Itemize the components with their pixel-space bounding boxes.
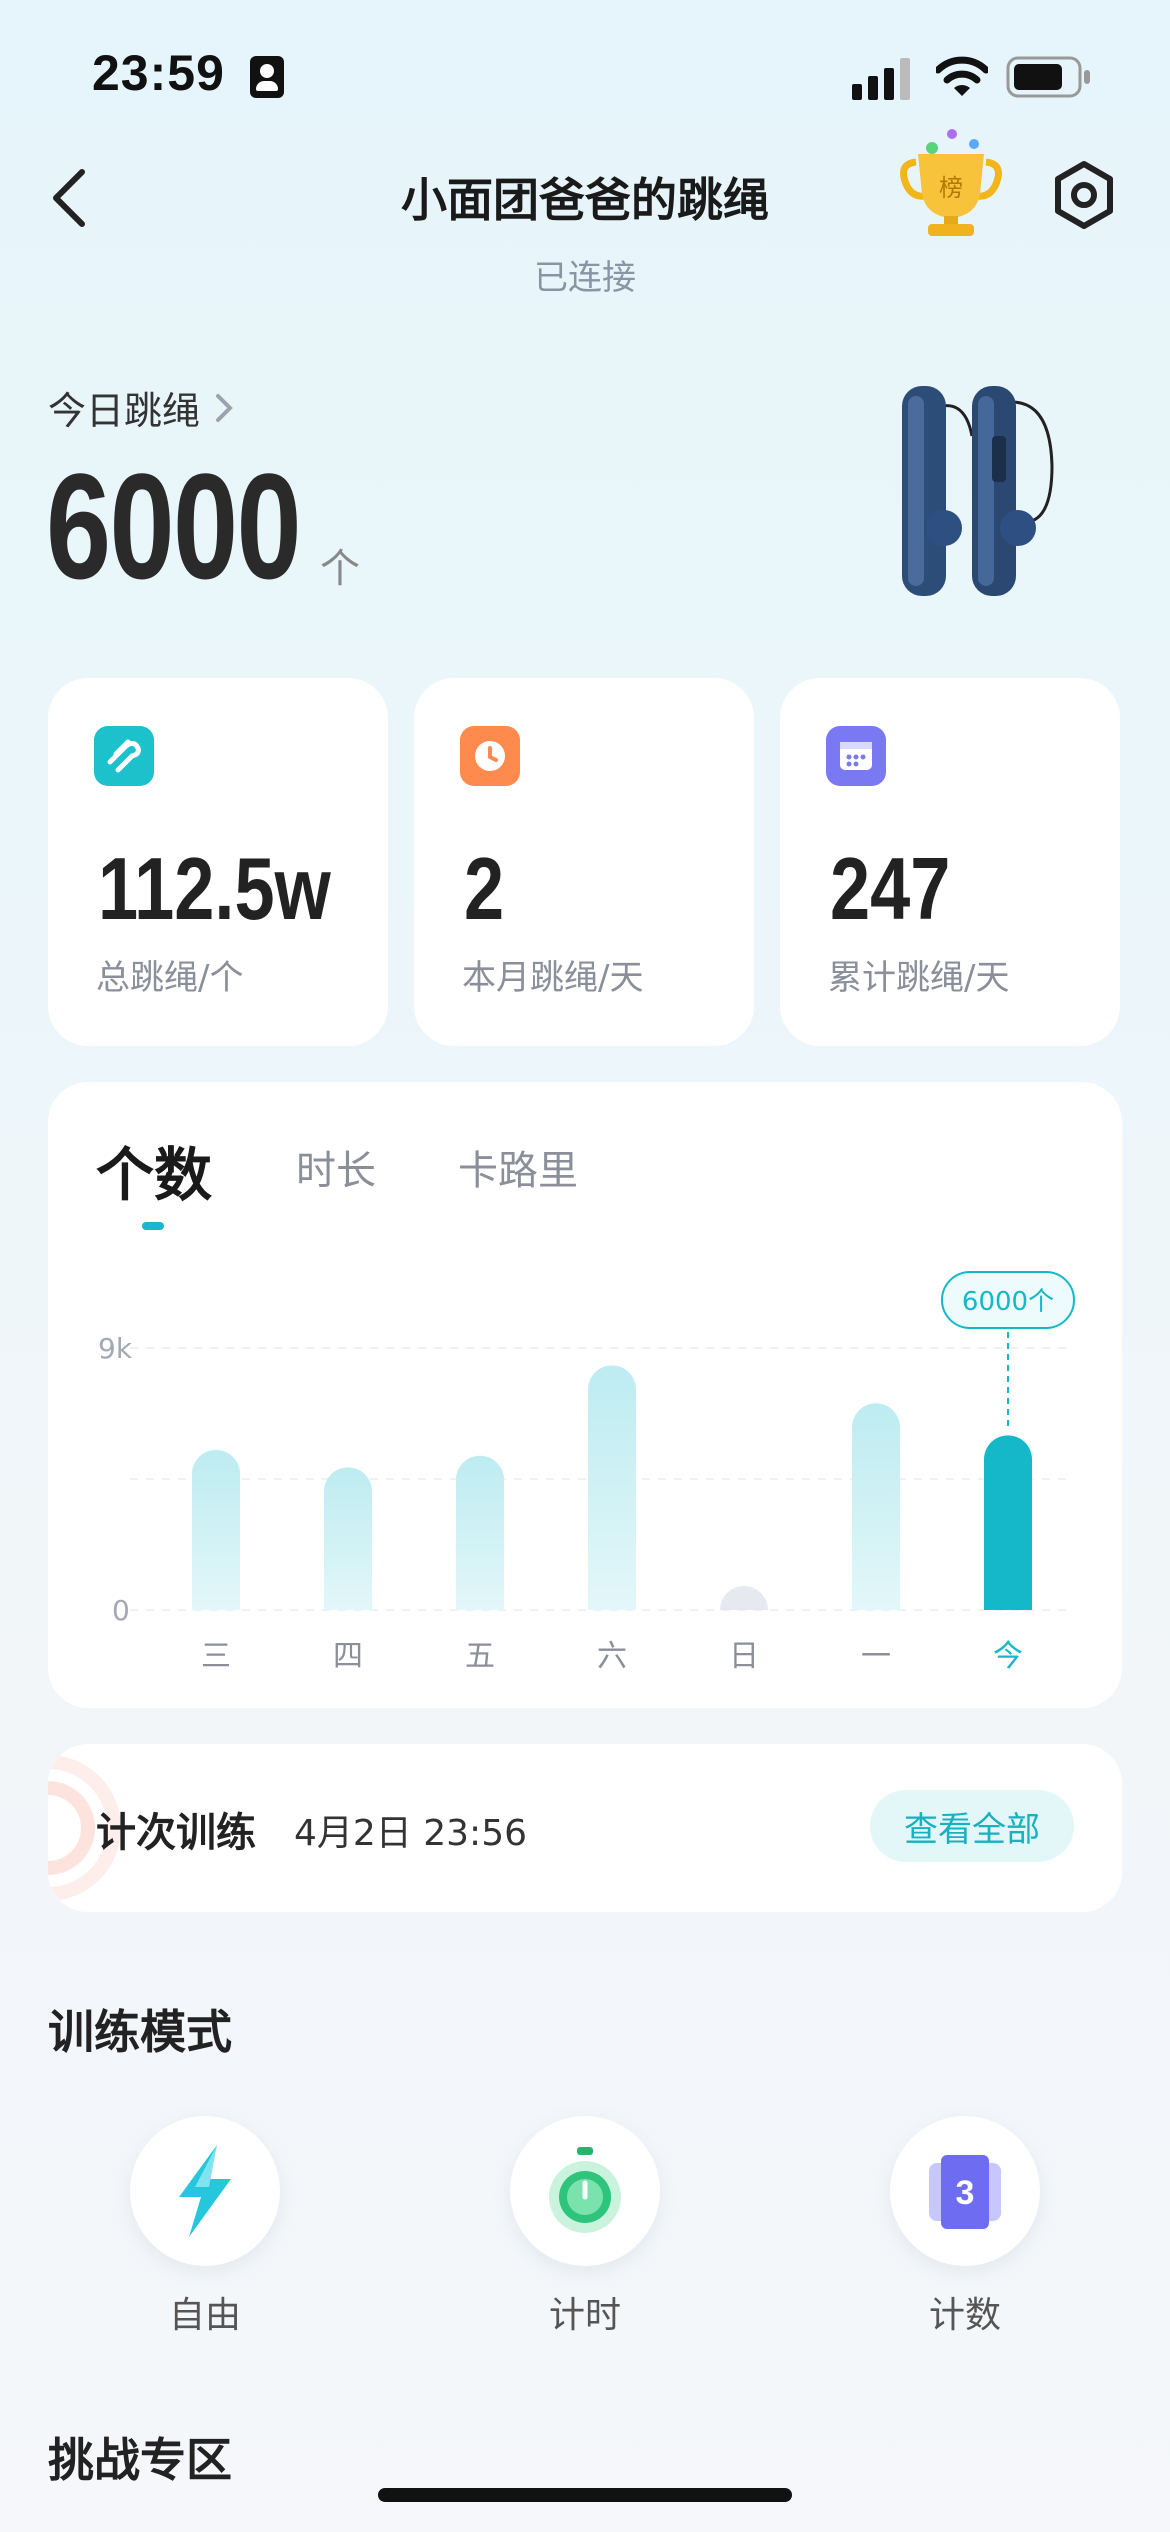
cellular-signal-icon bbox=[852, 58, 910, 100]
calendar-icon bbox=[826, 726, 886, 786]
mode-label: 计时 bbox=[548, 2295, 621, 2336]
rope-icon bbox=[94, 726, 154, 786]
stat-card-month[interactable]: 2 本月跳绳/天 bbox=[414, 678, 754, 1046]
lightning-icon bbox=[179, 2145, 231, 2237]
y-tick-label: 9k bbox=[98, 1332, 133, 1365]
chart-bar[interactable] bbox=[456, 1455, 504, 1610]
stat-label: 总跳绳/个 bbox=[96, 958, 244, 998]
settings-hexagon-icon[interactable] bbox=[1052, 160, 1116, 230]
today-label: 今日跳绳 bbox=[48, 389, 201, 433]
chart-bar-empty[interactable] bbox=[720, 1586, 768, 1610]
chart-bar[interactable] bbox=[588, 1365, 636, 1610]
weekly-chart-card: 个数 时长 卡路里 6000个 9k 0 三四五六日一今 bbox=[48, 1082, 1122, 1708]
portrait-lock-icon bbox=[250, 56, 284, 98]
x-tick-label: 四 bbox=[333, 1639, 363, 1674]
stat-value: 2 bbox=[464, 839, 505, 938]
bar-chart: 6000个 9k 0 三 四 五 六 日 一 今 bbox=[98, 1271, 1075, 1674]
training-record-card[interactable]: 计次训练 4月2日 23:56 查看全部 bbox=[48, 1744, 1122, 1912]
svg-text:3: 3 bbox=[956, 2174, 975, 2212]
mode-free-button[interactable]: 自由 bbox=[130, 2116, 280, 2338]
record-title: 计次训练 bbox=[96, 1810, 256, 1856]
chart-bar[interactable] bbox=[324, 1467, 372, 1610]
view-all-button[interactable]: 查看全部 bbox=[870, 1790, 1074, 1862]
status-time: 23:59 bbox=[92, 45, 225, 101]
jump-rope-device-image bbox=[902, 386, 1054, 596]
chart-bar[interactable] bbox=[192, 1449, 240, 1610]
training-modes-title: 训练模式 bbox=[48, 2005, 232, 2059]
chart-bar[interactable] bbox=[984, 1435, 1032, 1610]
today-jumps-link[interactable]: 今日跳绳 bbox=[48, 380, 234, 435]
stat-value: 247 bbox=[830, 839, 951, 938]
today-count: 6000 bbox=[46, 442, 302, 610]
record-time: 4月2日 23:56 bbox=[294, 1813, 527, 1854]
wifi-icon bbox=[936, 56, 988, 96]
counter-icon: 3 bbox=[929, 2155, 1001, 2229]
mode-label: 自由 bbox=[168, 2295, 241, 2336]
trophy-label: 榜 bbox=[939, 174, 963, 202]
challenge-title: 挑战专区 bbox=[48, 2433, 232, 2487]
x-tick-label: 一 bbox=[861, 1639, 891, 1674]
leaderboard-trophy-button[interactable]: 榜 bbox=[896, 120, 1006, 240]
battery-icon bbox=[1006, 56, 1090, 98]
stat-card-cumulative[interactable]: 247 累计跳绳/天 bbox=[780, 678, 1120, 1046]
stat-label: 累计跳绳/天 bbox=[828, 958, 1010, 998]
mode-timer-button[interactable]: 计时 bbox=[510, 2116, 660, 2338]
chart-bar[interactable] bbox=[852, 1403, 900, 1610]
y-tick-label: 0 bbox=[112, 1594, 130, 1627]
stat-value: 112.5w bbox=[98, 839, 331, 938]
mode-count-button[interactable]: 3 计数 bbox=[890, 2116, 1040, 2338]
stat-label: 本月跳绳/天 bbox=[462, 958, 644, 998]
stopwatch-icon bbox=[549, 2147, 621, 2233]
home-indicator[interactable] bbox=[378, 2488, 792, 2502]
chevron-right-icon bbox=[216, 393, 233, 422]
mode-label: 计数 bbox=[928, 2295, 1001, 2336]
x-tick-label: 日 bbox=[729, 1639, 759, 1674]
x-tick-label: 三 bbox=[201, 1639, 231, 1674]
x-tick-label: 今 bbox=[993, 1639, 1023, 1674]
x-tick-label: 五 bbox=[465, 1639, 495, 1674]
today-unit: 个 bbox=[320, 546, 360, 592]
x-tick-label: 六 bbox=[597, 1639, 627, 1674]
clock-icon bbox=[460, 726, 520, 786]
tooltip-label: 6000个 bbox=[962, 1287, 1054, 1317]
connection-status: 已连接 bbox=[534, 258, 636, 298]
stat-card-total[interactable]: 112.5w 总跳绳/个 bbox=[48, 678, 388, 1046]
